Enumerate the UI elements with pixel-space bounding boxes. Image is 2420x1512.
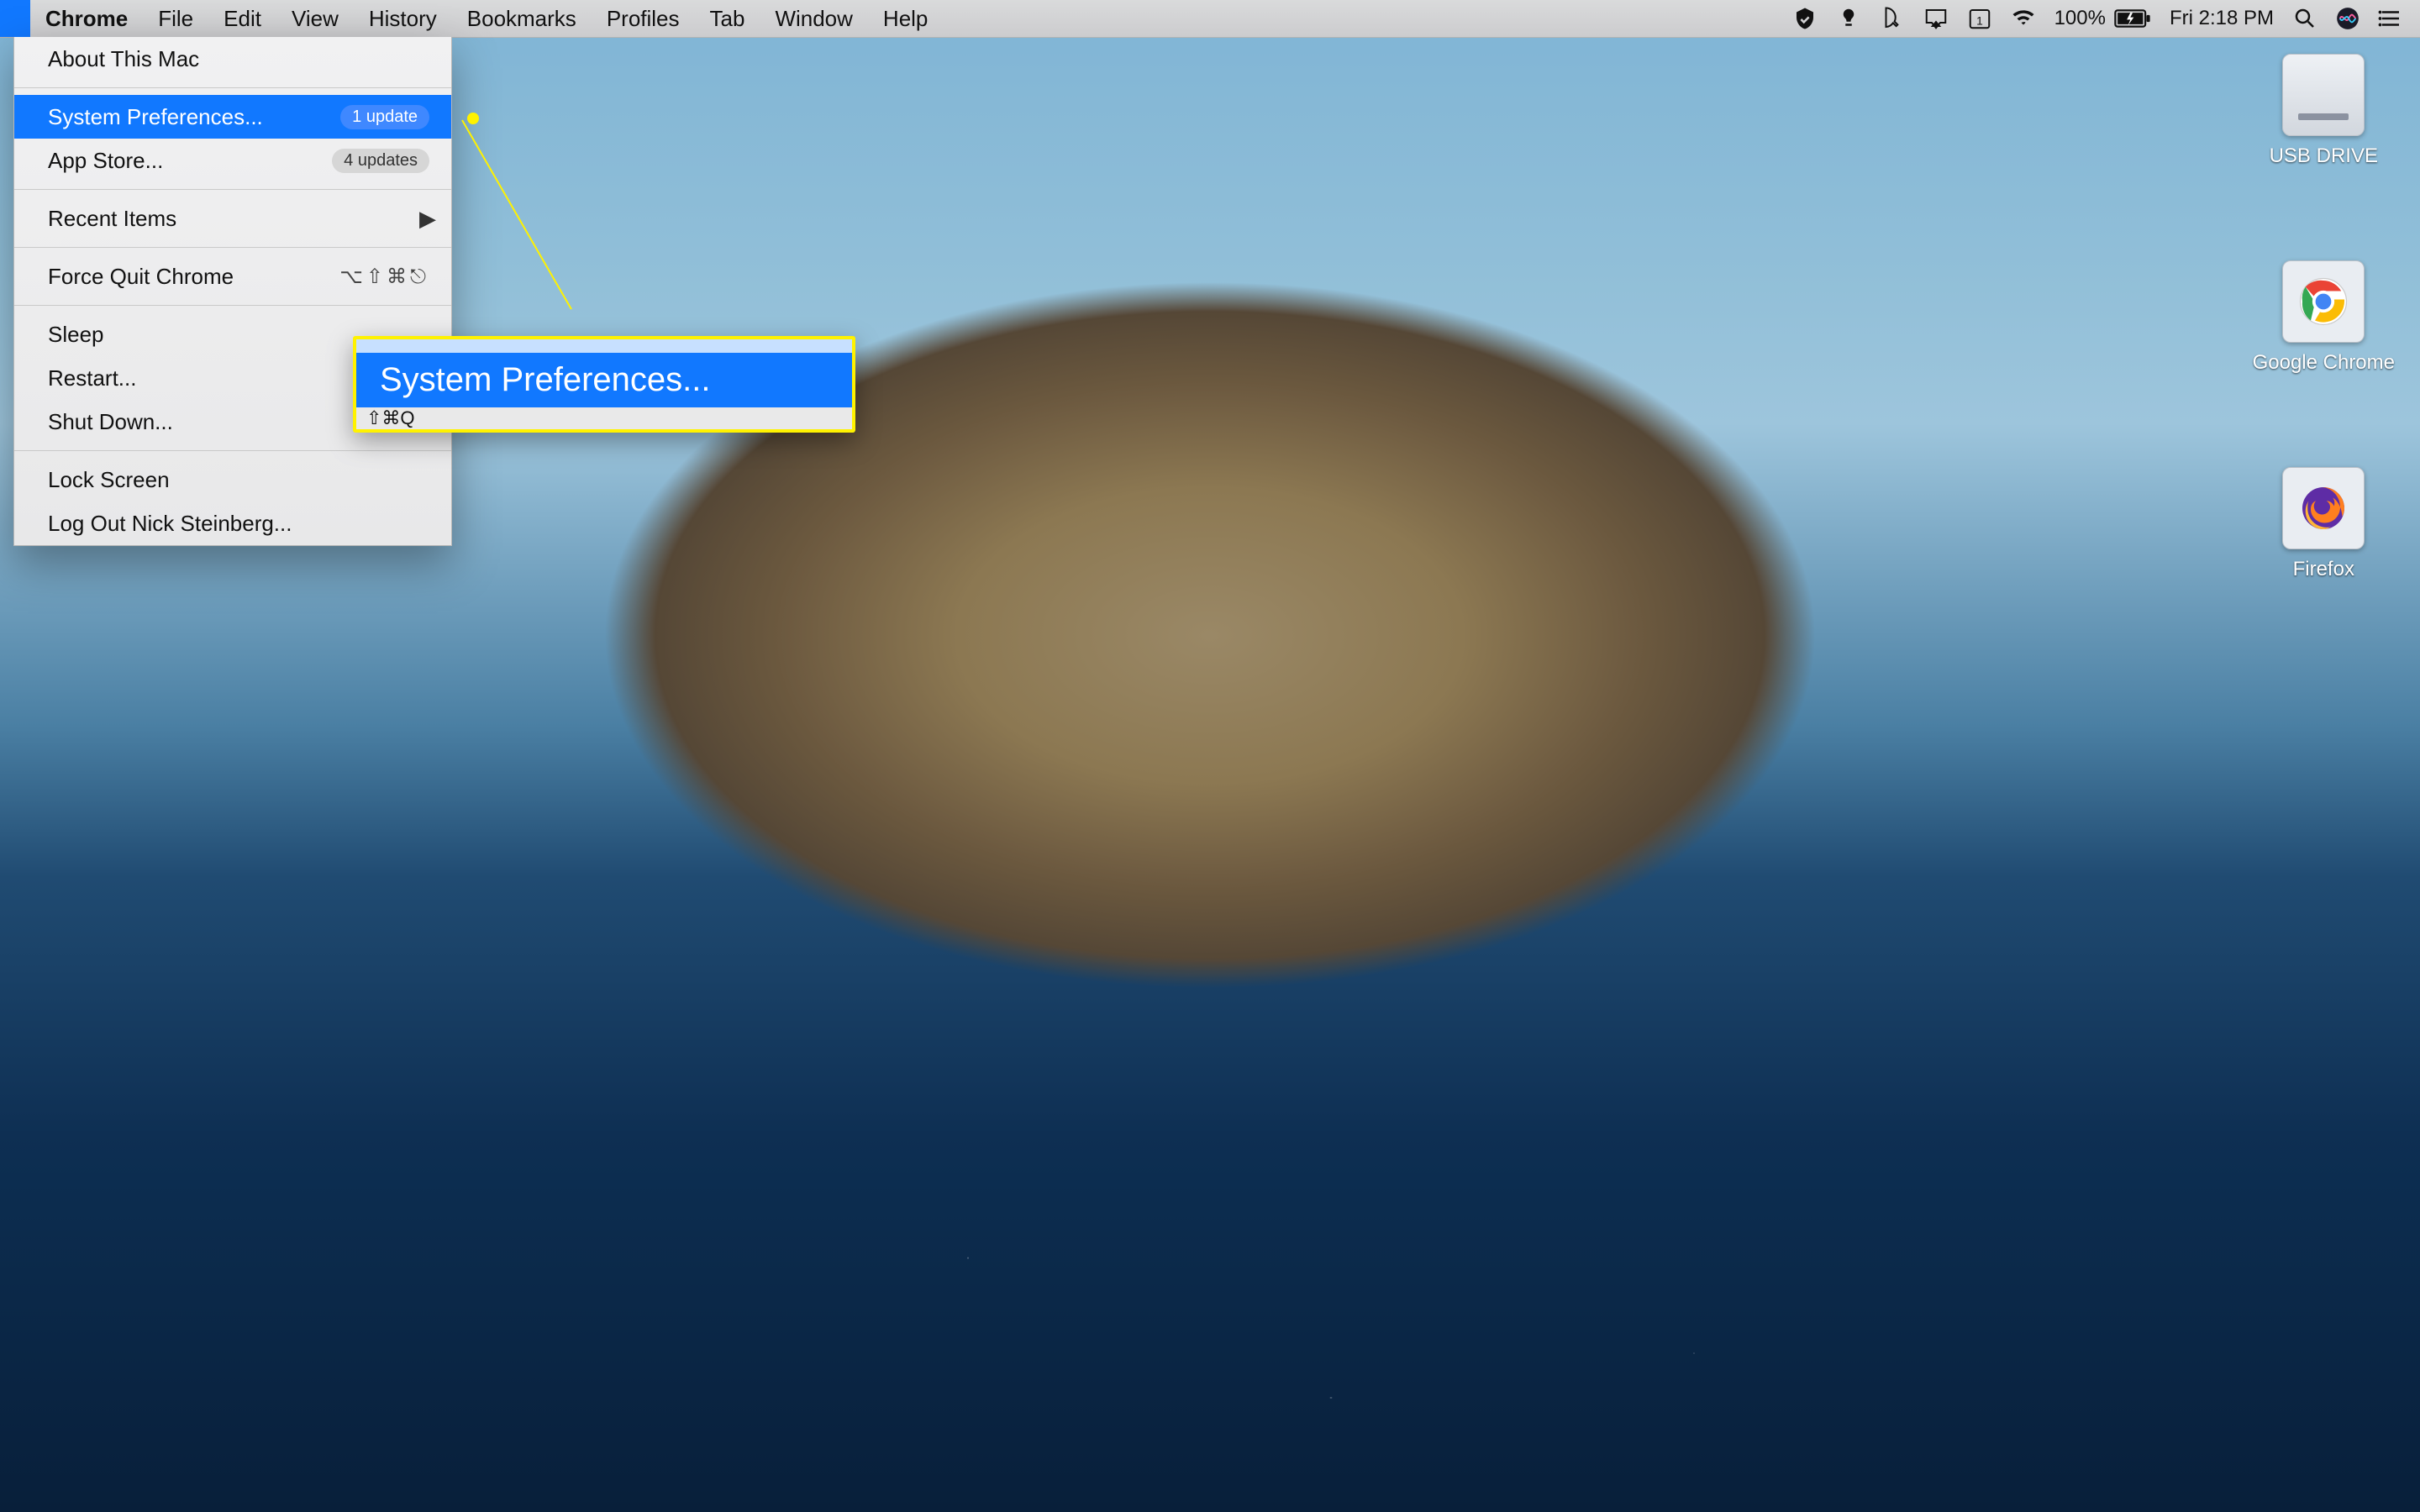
desktop-icon[interactable]: Google Chrome <box>2253 260 2395 375</box>
spotlight-icon[interactable] <box>2292 6 2317 31</box>
battery-status[interactable]: 100% <box>2054 7 2151 30</box>
menu-label: Tab <box>710 6 745 32</box>
annotation-dot <box>467 113 479 124</box>
callout-peek-row: ⇧⌘Q <box>356 407 852 429</box>
apple-menu-item[interactable]: Recent Items ▶ <box>14 197 451 240</box>
app-menu-file[interactable]: File <box>143 0 208 37</box>
menu-label: File <box>158 6 193 32</box>
menu-item-label: Restart... <box>48 365 136 391</box>
menu-item-label: App Store... <box>48 148 163 174</box>
menu-separator <box>14 87 451 88</box>
menu-bar: Chrome File Edit View History Bookmarks … <box>0 0 2420 38</box>
apple-menu[interactable] <box>0 0 30 37</box>
menu-item-label: Sleep <box>48 322 104 348</box>
desktop-icon-label: Google Chrome <box>2253 351 2395 375</box>
callout-shortcut: ⇧⌘Q <box>366 407 415 428</box>
callout-header-strip <box>356 339 852 353</box>
apple-menu-item[interactable]: App Store... 4 updates <box>14 139 451 182</box>
app-menu-window[interactable]: Window <box>760 0 867 37</box>
app-menu-history[interactable]: History <box>354 0 452 37</box>
menu-label: Edit <box>224 6 261 32</box>
desktop-icon[interactable]: Firefox <box>2282 467 2365 581</box>
app2-status-icon[interactable] <box>1836 6 1861 31</box>
desktop-icon[interactable]: USB DRIVE <box>2270 54 2378 168</box>
chrome-icon <box>2282 260 2365 343</box>
menu-item-label: System Preferences... <box>48 104 263 130</box>
app-menu-edit[interactable]: Edit <box>208 0 276 37</box>
siri-icon[interactable] <box>2336 7 2360 30</box>
app-menu-profiles[interactable]: Profiles <box>592 0 695 37</box>
date-icon[interactable]: 1 <box>1967 6 1992 31</box>
apple-menu-item[interactable]: Lock Screen <box>14 458 451 501</box>
menu-item-label: Lock Screen <box>48 467 170 493</box>
apple-menu-item[interactable]: Log Out Nick Steinberg... <box>14 501 451 545</box>
desktop-icons: USB DRIVE Google Chrome Firefox <box>2253 54 2395 581</box>
app-menu-chrome[interactable]: Chrome <box>30 0 143 37</box>
menu-item-label: Force Quit Chrome <box>48 264 234 290</box>
menu-separator <box>14 189 451 190</box>
menu-label: Window <box>775 6 852 32</box>
callout-highlighted-row: System Preferences... <box>356 353 852 407</box>
wallpaper-detail <box>0 877 2420 1512</box>
menu-separator <box>14 247 451 248</box>
menu-separator <box>14 450 451 451</box>
apple-menu-dropdown: About This Mac System Preferences... 1 upd… <box>13 37 452 546</box>
menu-label: History <box>369 6 437 32</box>
submenu-arrow-icon: ▶ <box>419 206 436 232</box>
wifi-icon[interactable] <box>2011 6 2036 31</box>
annotation-callout: System Preferences... ⇧⌘Q <box>353 336 855 433</box>
battery-percent-text: 100% <box>2054 7 2106 30</box>
menu-item-label: Shut Down... <box>48 409 173 435</box>
notification-center-icon[interactable] <box>2378 6 2403 31</box>
app-menu-view[interactable]: View <box>276 0 354 37</box>
menu-label: Bookmarks <box>467 6 576 32</box>
menu-shortcut: ⌥⇧⌘⎋ <box>339 265 429 289</box>
clock-text: Fri 2:18 PM <box>2170 7 2274 29</box>
app1-status-icon[interactable] <box>1792 6 1818 31</box>
update-badge: 1 update <box>340 105 429 129</box>
svg-text:1: 1 <box>1976 15 1983 28</box>
callout-title: System Preferences... <box>380 361 710 398</box>
desktop-icon-label: Firefox <box>2293 558 2354 581</box>
apple-menu-item[interactable]: System Preferences... 1 update <box>14 95 451 139</box>
app-menu-tab[interactable]: Tab <box>695 0 760 37</box>
menu-label: Profiles <box>607 6 680 32</box>
desktop-icon-label: USB DRIVE <box>2270 144 2378 168</box>
app3-status-icon[interactable] <box>1880 6 1905 31</box>
apple-menu-item[interactable]: About This Mac <box>14 37 451 81</box>
menu-separator <box>14 305 451 306</box>
apple-menu-item[interactable]: Force Quit Chrome ⌥⇧⌘⎋ <box>14 255 451 298</box>
menu-item-label: Log Out Nick Steinberg... <box>48 511 292 537</box>
menu-label: View <box>292 6 339 32</box>
airplay-icon[interactable] <box>1923 6 1949 31</box>
menu-item-label: Recent Items <box>48 206 176 232</box>
menu-bar-clock[interactable]: Fri 2:18 PM <box>2170 7 2274 30</box>
menu-label: Help <box>883 6 928 32</box>
firefox-icon <box>2282 467 2365 549</box>
menu-item-label: About This Mac <box>48 46 199 72</box>
update-badge: 4 updates <box>332 149 429 173</box>
app-menu-help[interactable]: Help <box>868 0 943 37</box>
menu-label: Chrome <box>45 6 128 32</box>
drive-icon <box>2282 54 2365 136</box>
app-menu-bookmarks[interactable]: Bookmarks <box>452 0 592 37</box>
